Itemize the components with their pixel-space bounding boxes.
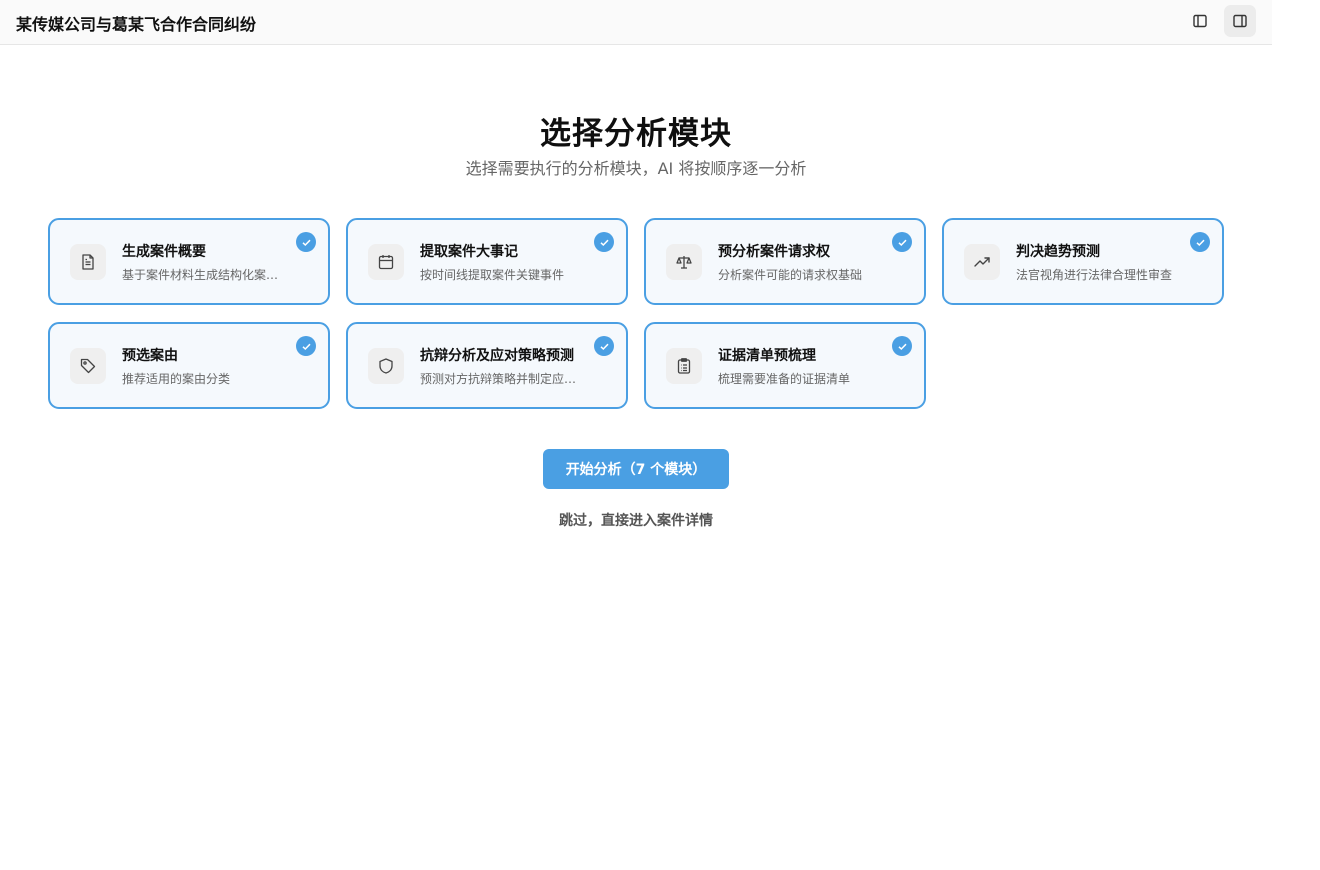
module-title: 证据清单预梳理 <box>718 348 816 364</box>
module-description: 法官视角进行法律合理性审查 <box>1016 268 1173 282</box>
panel-right-icon <box>1233 14 1247 28</box>
check-icon <box>594 232 614 252</box>
clipboard-list-icon <box>666 348 702 384</box>
module-card-claim-analysis[interactable]: 预分析案件请求权 分析案件可能的请求权基础 <box>644 218 926 305</box>
check-icon <box>594 336 614 356</box>
module-card-judgment-trend[interactable]: 判决趋势预测 法官视角进行法律合理性审查 <box>942 218 1224 305</box>
module-card-case-summary[interactable]: 生成案件概要 基于案件材料生成结构化案件概要 <box>48 218 330 305</box>
top-bar: 某传媒公司与葛某飞合作合同纠纷 <box>0 0 1272 45</box>
module-card-evidence-list[interactable]: 证据清单预梳理 梳理需要准备的证据清单 <box>644 322 926 409</box>
panel-left-icon <box>1193 14 1207 28</box>
module-title: 抗辩分析及应对策略预测 <box>420 348 574 364</box>
check-icon <box>892 336 912 356</box>
module-description: 按时间线提取案件关键事件 <box>420 268 565 282</box>
module-title: 预分析案件请求权 <box>718 244 830 260</box>
check-icon <box>892 232 912 252</box>
module-title: 判决趋势预测 <box>1016 244 1100 260</box>
module-title: 提取案件大事记 <box>420 244 518 260</box>
page-title: 选择分析模块 <box>540 116 732 152</box>
calendar-icon <box>368 244 404 280</box>
check-icon <box>296 232 316 252</box>
module-card-defense-strategy[interactable]: 抗辩分析及应对策略预测 预测对方抗辩策略并制定应对方案 <box>346 322 628 409</box>
trending-up-icon <box>964 244 1000 280</box>
module-description: 推荐适用的案由分类 <box>122 372 231 386</box>
module-description: 基于案件材料生成结构化案件概要 <box>122 268 282 282</box>
module-card-case-cause[interactable]: 预选案由 推荐适用的案由分类 <box>48 322 330 409</box>
module-description: 梳理需要准备的证据清单 <box>718 372 851 386</box>
file-text-icon <box>70 244 106 280</box>
tag-icon <box>70 348 106 384</box>
shield-icon <box>368 348 404 384</box>
skip-to-case-details-link[interactable]: 跳过，直接进入案件详情 <box>0 510 1272 530</box>
toggle-right-panel-button[interactable] <box>1224 5 1256 37</box>
module-description: 分析案件可能的请求权基础 <box>718 268 863 282</box>
page-subtitle: 选择需要执行的分析模块，AI 将按顺序逐一分析 <box>465 159 807 178</box>
module-card-case-timeline[interactable]: 提取案件大事记 按时间线提取案件关键事件 <box>346 218 628 305</box>
scale-icon <box>666 244 702 280</box>
module-title: 预选案由 <box>122 348 178 364</box>
module-title: 生成案件概要 <box>122 244 206 260</box>
toggle-left-panel-button[interactable] <box>1184 5 1216 37</box>
module-description: 预测对方抗辩策略并制定应对方案 <box>420 372 580 386</box>
check-icon <box>296 336 316 356</box>
check-icon <box>1190 232 1210 252</box>
start-analysis-button[interactable]: 开始分析（7 个模块） <box>543 449 729 489</box>
case-title: 某传媒公司与葛某飞合作合同纠纷 <box>16 15 257 34</box>
